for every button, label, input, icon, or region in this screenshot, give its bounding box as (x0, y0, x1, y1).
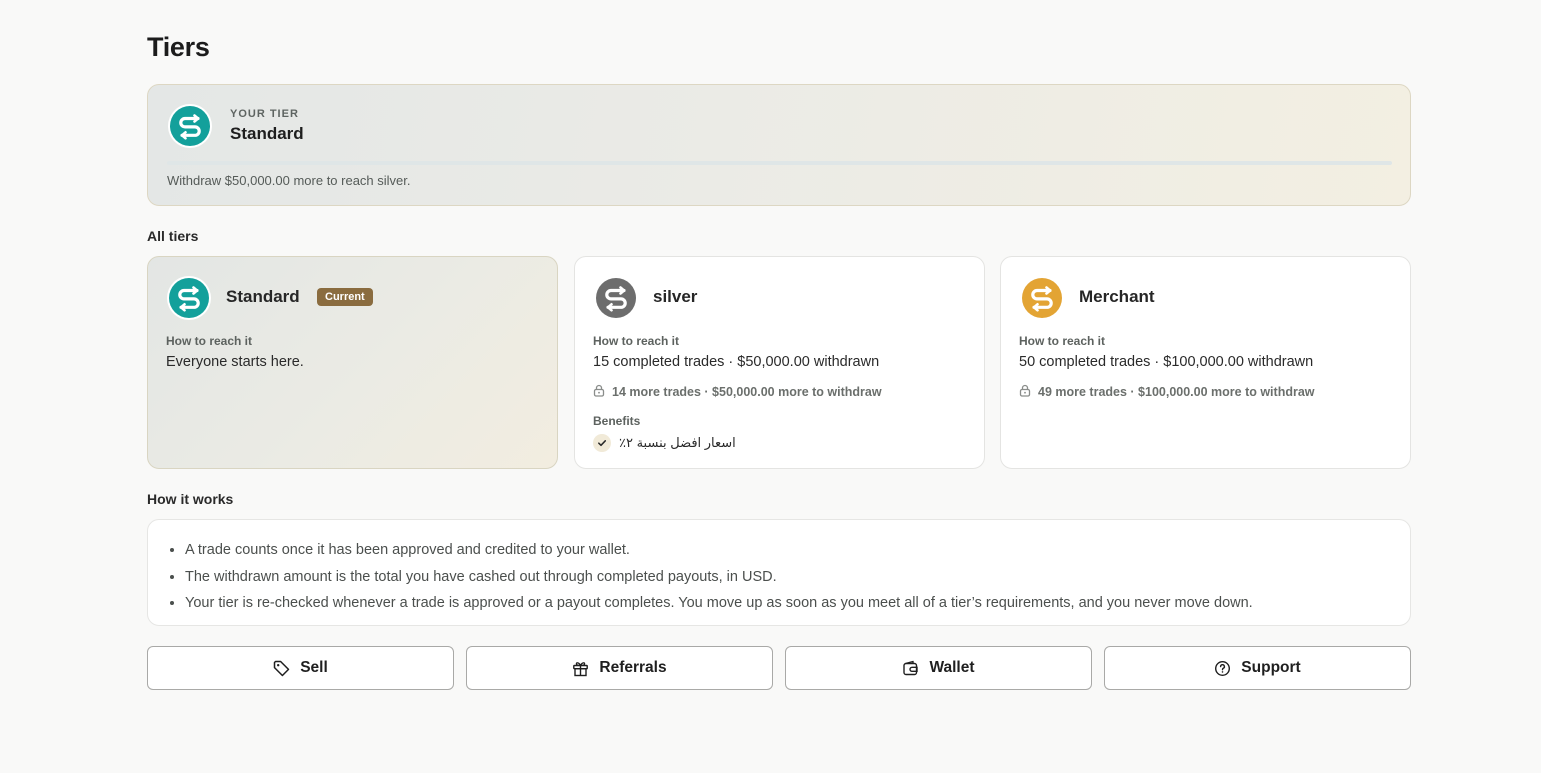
list-item: A trade counts once it has been approved… (185, 537, 1253, 564)
help-circle-icon (1214, 660, 1231, 677)
tier-card-silver[interactable]: silver How to reach it 15 completed trad… (574, 256, 985, 469)
your-tier-eyebrow: YOUR TIER (230, 108, 299, 120)
wallet-icon (902, 660, 919, 677)
referrals-label: Referrals (599, 659, 667, 676)
tier-progress-bar (167, 161, 1392, 165)
tier-card-merchant[interactable]: Merchant How to reach it 50 completed tr… (1000, 256, 1411, 469)
how-to-reach-value: 50 completed trades · $100,000.00 withdr… (1019, 354, 1314, 370)
how-to-reach-label: How to reach it (593, 334, 680, 348)
wallet-label: Wallet (929, 659, 975, 676)
sell-button[interactable]: Sell (147, 646, 454, 690)
how-it-works-list: A trade counts once it has been approved… (185, 537, 1253, 617)
s-arrows-icon (166, 275, 212, 326)
s-arrows-icon (593, 275, 639, 326)
your-tier-card: YOUR TIER Standard Withdraw $50,000.00 m… (147, 84, 1411, 206)
tag-icon (273, 660, 290, 677)
tier-progress-hint: Withdraw $50,000.00 more to reach silver… (167, 173, 411, 188)
current-badge: Current (317, 288, 373, 306)
tier-name: Standard (226, 287, 300, 306)
benefits-label: Benefits (593, 414, 641, 428)
list-item: The withdrawn amount is the total you ha… (185, 564, 1253, 591)
check-icon (593, 434, 611, 452)
tier-name: silver (653, 287, 698, 306)
remaining-requirements: 49 more trades · $100,000.00 more to wit… (1019, 384, 1315, 400)
how-to-reach-label: How to reach it (1019, 334, 1106, 348)
tier-card-standard[interactable]: Standard Current How to reach it Everyon… (147, 256, 558, 469)
wallet-button[interactable]: Wallet (785, 646, 1092, 690)
page-title: Tiers (147, 32, 210, 62)
s-arrows-icon (167, 103, 213, 154)
all-tiers-heading: All tiers (147, 228, 199, 244)
how-to-reach-value: 15 completed trades · $50,000.00 withdra… (593, 354, 880, 370)
how-it-works-box: A trade counts once it has been approved… (147, 519, 1411, 626)
action-bar: Sell Referrals Wallet Support (147, 646, 1411, 690)
list-item: Your tier is re-checked whenever a trade… (185, 590, 1253, 617)
sell-label: Sell (300, 659, 328, 676)
benefit-item: اسعار افضل بنسبة ٢٪ (593, 434, 736, 452)
s-arrows-icon (1019, 275, 1065, 326)
how-to-reach-label: How to reach it (166, 334, 253, 348)
support-button[interactable]: Support (1104, 646, 1411, 690)
gift-icon (572, 660, 589, 677)
remaining-requirements: 14 more trades · $50,000.00 more to with… (593, 384, 882, 400)
tier-name: Merchant (1079, 287, 1155, 306)
benefit-text: اسعار افضل بنسبة ٢٪ (619, 435, 736, 450)
how-it-works-heading: How it works (147, 491, 234, 507)
how-to-reach-value: Everyone starts here. (166, 354, 304, 370)
lock-icon (593, 384, 605, 400)
remaining-text: 14 more trades · $50,000.00 more to with… (612, 385, 882, 399)
support-label: Support (1241, 659, 1301, 676)
your-tier-name: Standard (230, 124, 304, 143)
referrals-button[interactable]: Referrals (466, 646, 773, 690)
remaining-text: 49 more trades · $100,000.00 more to wit… (1038, 385, 1315, 399)
lock-icon (1019, 384, 1031, 400)
